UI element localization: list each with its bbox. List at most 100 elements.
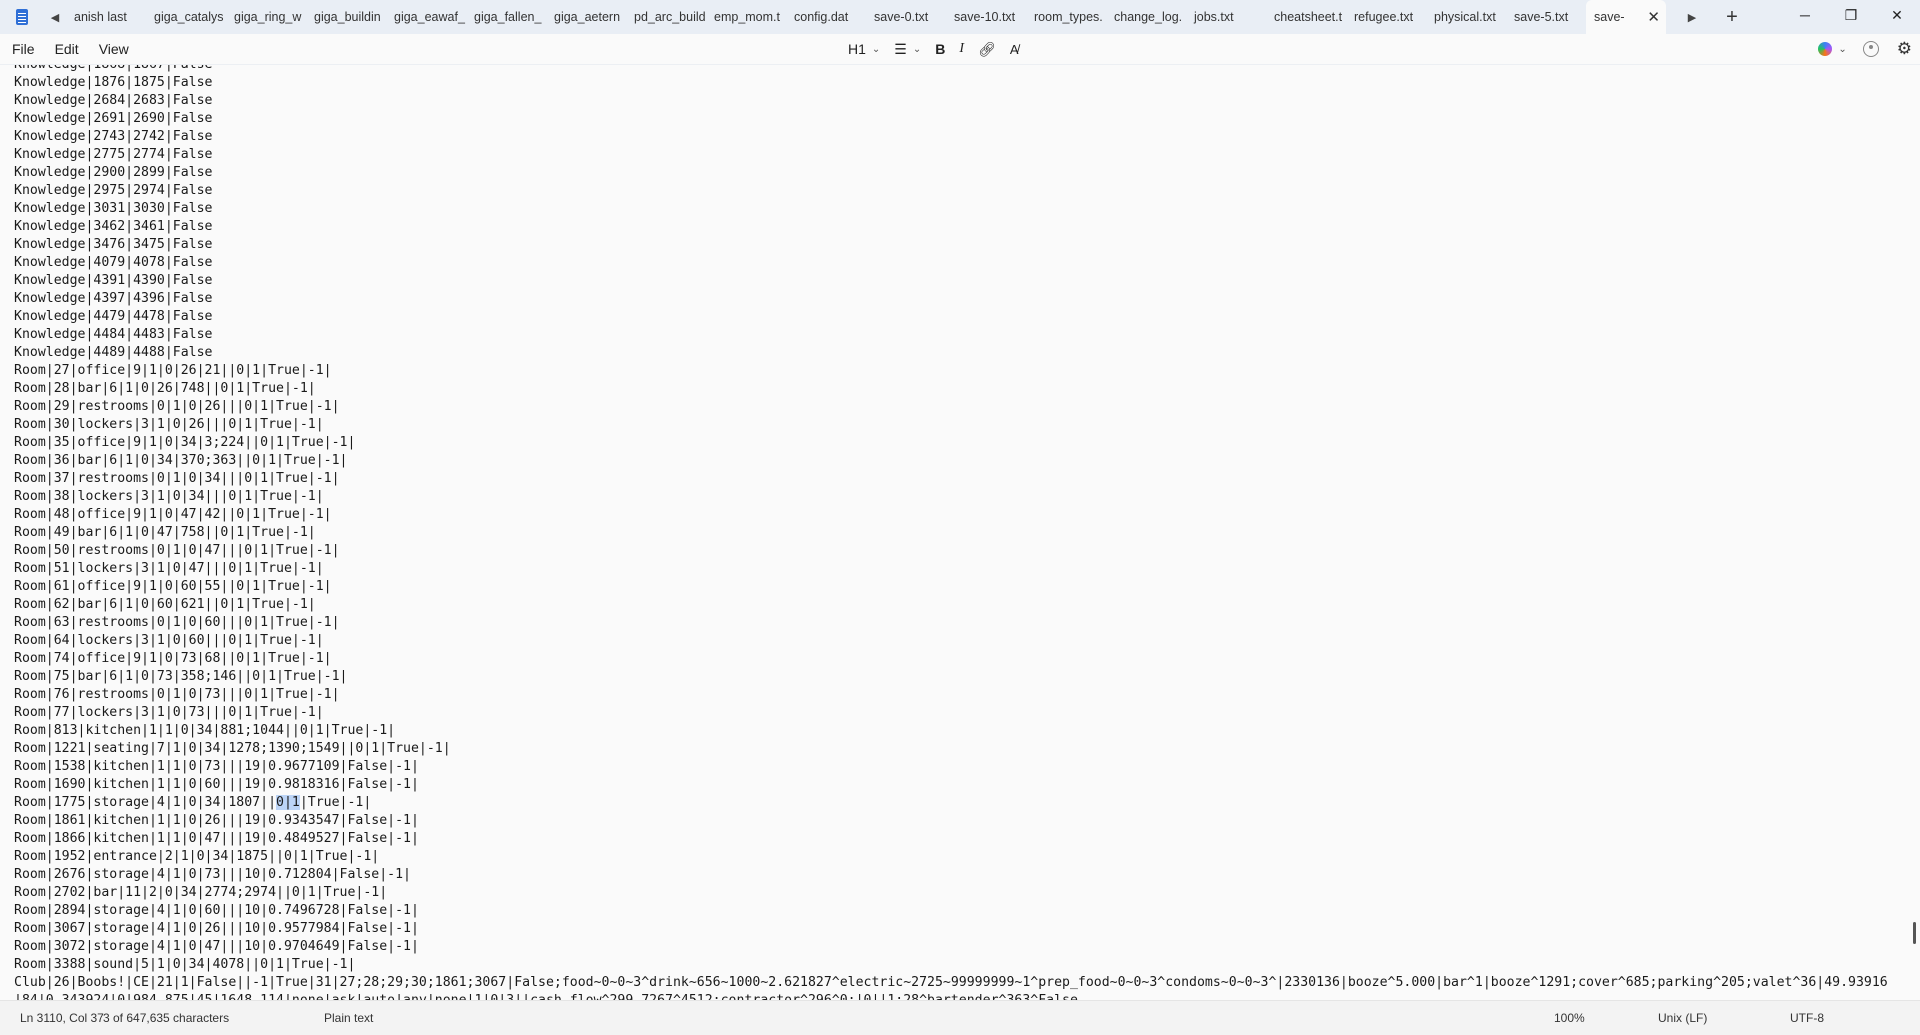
clear-formatting-icon: A̸ bbox=[1009, 41, 1019, 57]
text-line: Room|74|office|9|1|0|73|68||0|1|True|-1| bbox=[14, 651, 332, 666]
tab-label: giga_fallen_ bbox=[474, 10, 542, 24]
tab[interactable]: cheatsheet.t bbox=[1266, 0, 1346, 34]
tab-label: jobs.txt bbox=[1194, 10, 1234, 24]
new-tab-button[interactable]: + bbox=[1712, 6, 1752, 29]
text-line: Knowledge|4489|4488|False bbox=[14, 345, 213, 360]
tab[interactable]: giga_fallen_ bbox=[466, 0, 546, 34]
tab[interactable]: save-10.txt bbox=[946, 0, 1026, 34]
chevron-down-icon[interactable]: ⌄ bbox=[1838, 44, 1846, 55]
text-line: Room|29|restrooms|0|1|0|26|||0|1|True|-1… bbox=[14, 399, 340, 414]
account-avatar[interactable] bbox=[1862, 41, 1879, 57]
tab[interactable]: config.dat bbox=[786, 0, 866, 34]
menu-file[interactable]: File bbox=[4, 41, 43, 57]
tab[interactable]: room_types. bbox=[1026, 0, 1106, 34]
text-editor[interactable]: Knowledge|1868|1867|FalseKnowledge|1876|… bbox=[0, 65, 1920, 1000]
title-bar: ◀ anish last giga_catalys giga_ring_w giga_… bbox=[0, 0, 1920, 34]
tab-scroll-right-icon[interactable]: ▶ bbox=[1672, 11, 1712, 24]
minimize-button[interactable]: ─ bbox=[1782, 0, 1828, 30]
tab[interactable]: physical.txt bbox=[1426, 0, 1506, 34]
tab-label: giga_ring_w bbox=[234, 10, 302, 24]
tab[interactable]: change_log. bbox=[1106, 0, 1186, 34]
tab[interactable]: pd_arc_build bbox=[626, 0, 706, 34]
text-line: Room|2676|storage|4|1|0|73|||10|0.712804… bbox=[14, 867, 411, 882]
editor-content[interactable]: Knowledge|1868|1867|FalseKnowledge|1876|… bbox=[14, 65, 1888, 1000]
tab-label: refugee.txt bbox=[1354, 10, 1414, 24]
menu-view[interactable]: View bbox=[91, 41, 137, 57]
text-line: Room|2702|bar|11|2|0|34|2774;2974||0|1|T… bbox=[14, 885, 388, 900]
text-line: Room|1221|seating|7|1|0|34|1278;1390;154… bbox=[14, 741, 451, 756]
tab[interactable]: jobs.txt bbox=[1186, 0, 1266, 34]
encoding[interactable]: UTF-8 bbox=[1790, 1011, 1824, 1025]
bold-button[interactable]: B bbox=[935, 34, 945, 64]
list-dropdown[interactable]: ☰ ⌄ bbox=[894, 34, 921, 64]
text-format[interactable]: Plain text bbox=[324, 1011, 373, 1025]
text-line: Club|26|Boobs!|CE|21|1|False||-1|True|31… bbox=[14, 975, 1888, 990]
menu-edit[interactable]: Edit bbox=[47, 41, 87, 57]
tab[interactable]: giga_catalys bbox=[146, 0, 226, 34]
text-line: Knowledge|2691|2690|False bbox=[14, 111, 213, 126]
close-window-button[interactable]: ✕ bbox=[1874, 0, 1920, 30]
tab[interactable]: giga_aetern bbox=[546, 0, 626, 34]
tab[interactable]: giga_ring_w bbox=[226, 0, 306, 34]
text-line: Knowledge|3462|3461|False bbox=[14, 219, 213, 234]
tab-label: save- bbox=[1594, 10, 1625, 24]
text-line: Room|2894|storage|4|1|0|60|||10|0.749672… bbox=[14, 903, 419, 918]
text-line: Room|1861|kitchen|1|1|0|26|||19|0.934354… bbox=[14, 813, 419, 828]
text-line: Room|813|kitchen|1|1|0|34|881;1044||0|1|… bbox=[14, 723, 396, 738]
bulleted-list-icon: ☰ bbox=[894, 40, 907, 57]
line-ending[interactable]: Unix (LF) bbox=[1658, 1011, 1707, 1025]
close-tab-icon[interactable]: ✕ bbox=[1647, 8, 1660, 26]
chevron-down-icon: ⌄ bbox=[912, 43, 922, 55]
text-line: Knowledge|2775|2774|False bbox=[14, 147, 213, 162]
text-line: Knowledge|4484|4483|False bbox=[14, 327, 213, 342]
italic-button[interactable]: I bbox=[959, 34, 964, 64]
toolbar-right: ⌄ ⚙ bbox=[1818, 34, 1912, 64]
text-line: Knowledge|4479|4478|False bbox=[14, 309, 213, 324]
tab[interactable]: save- ✕ bbox=[1586, 0, 1666, 34]
tab-scroll-left-icon[interactable]: ◀ bbox=[44, 0, 66, 34]
text-line: Room|48|office|9|1|0|47|42||0|1|True|-1| bbox=[14, 507, 332, 522]
tab[interactable]: giga_eawaf_ bbox=[386, 0, 466, 34]
text-line: Room|77|lockers|3|1|0|73|||0|1|True|-1| bbox=[14, 705, 324, 720]
heading-dropdown[interactable]: H1 ⌄ bbox=[848, 34, 880, 64]
text-line: Room|27|office|9|1|0|26|21||0|1|True|-1| bbox=[14, 363, 332, 378]
clear-formatting-button[interactable]: A̸ bbox=[1010, 34, 1019, 64]
tab[interactable]: anish last bbox=[66, 0, 146, 34]
tab[interactable]: save-5.txt bbox=[1506, 0, 1586, 34]
format-toolbar: H1 ⌄ ☰ ⌄ B I 🔗︎ A̸ bbox=[848, 34, 1033, 64]
text-line: Room|51|lockers|3|1|0|47|||0|1|True|-1| bbox=[14, 561, 324, 576]
tab-label: config.dat bbox=[794, 10, 849, 24]
text-line: Room|64|lockers|3|1|0|60|||0|1|True|-1| bbox=[14, 633, 324, 648]
maximize-button[interactable]: ❐ bbox=[1828, 0, 1874, 30]
tab-label: giga_eawaf_ bbox=[394, 10, 465, 24]
tab[interactable]: emp_mom.t bbox=[706, 0, 786, 34]
tab-label: change_log. bbox=[1114, 10, 1183, 24]
text-line: Room|1952|entrance|2|1|0|34|1875||0|1|Tr… bbox=[14, 849, 380, 864]
italic-icon: I bbox=[959, 41, 965, 56]
copilot-icon[interactable] bbox=[1818, 42, 1833, 56]
vertical-scrollbar[interactable] bbox=[1913, 922, 1916, 944]
text-line: Knowledge|1876|1875|False bbox=[14, 75, 213, 90]
tab[interactable]: giga_buildin bbox=[306, 0, 386, 34]
text-line: Knowledge|3031|3030|False bbox=[14, 201, 213, 216]
text-line: Room|38|lockers|3|1|0|34|||0|1|True|-1| bbox=[14, 489, 324, 504]
tab-label: save-0.txt bbox=[874, 10, 929, 24]
status-bar: Ln 3110, Col 37 3 of 647,635 characters … bbox=[0, 1000, 1920, 1035]
text-line: Room|36|bar|6|1|0|34|370;363||0|1|True|-… bbox=[14, 453, 348, 468]
text-selection: 0|1 bbox=[276, 795, 300, 810]
gear-icon[interactable]: ⚙ bbox=[1897, 39, 1912, 59]
text-line: Room|62|bar|6|1|0|60|621||0|1|True|-1| bbox=[14, 597, 316, 612]
cursor-position: Ln 3110, Col 37 bbox=[20, 1011, 104, 1025]
text-segment: |True|-1| bbox=[299, 795, 372, 810]
tab-label: giga_aetern bbox=[554, 10, 621, 24]
text-line: Room|76|restrooms|0|1|0|73|||0|1|True|-1… bbox=[14, 687, 340, 702]
tab[interactable]: refugee.txt bbox=[1346, 0, 1426, 34]
tab[interactable]: save-0.txt bbox=[866, 0, 946, 34]
text-line: Room|1866|kitchen|1|1|0|47|||19|0.484952… bbox=[14, 831, 419, 846]
heading-label: H1 bbox=[848, 41, 866, 57]
tab-label: emp_mom.t bbox=[714, 10, 780, 24]
text-line: Room|49|bar|6|1|0|47|758||0|1|True|-1| bbox=[14, 525, 316, 540]
character-count: 3 of 647,635 characters bbox=[103, 1011, 230, 1025]
zoom-level[interactable]: 100% bbox=[1554, 1011, 1585, 1025]
link-button[interactable]: 🔗︎ bbox=[978, 34, 996, 64]
